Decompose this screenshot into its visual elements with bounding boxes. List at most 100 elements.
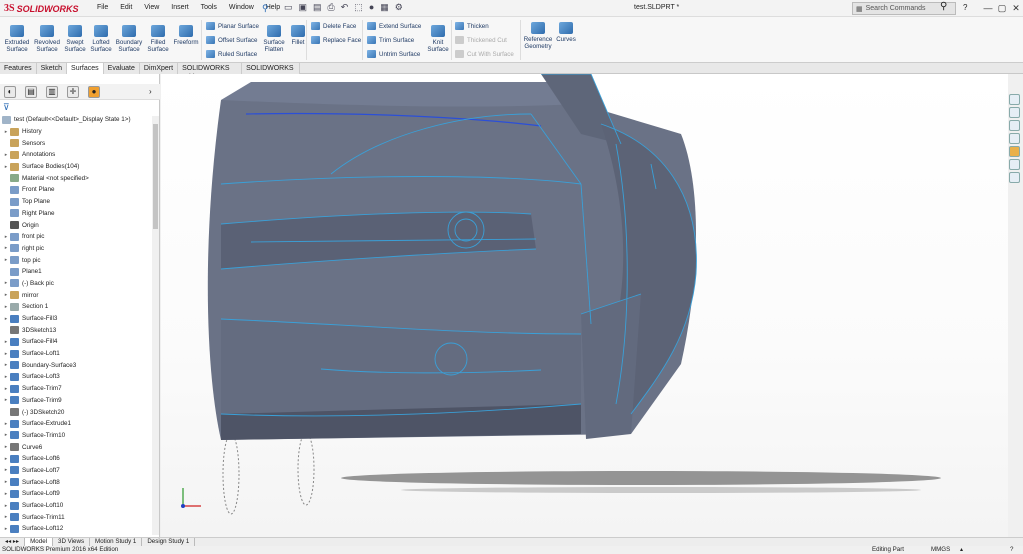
apply-scene-icon[interactable]: ◍	[629, 74, 636, 76]
extend-surface-button[interactable]: Extend Surface	[367, 22, 421, 30]
tree-item[interactable]: ▸ Surface-Trim10	[2, 430, 152, 442]
tab-evaluate[interactable]: Evaluate	[103, 63, 140, 74]
view-palette-icon[interactable]	[1009, 133, 1020, 144]
thicken-button[interactable]: Thicken	[455, 22, 489, 30]
tree-item[interactable]: ▸ History	[2, 126, 152, 138]
expand-arrow-icon[interactable]: ▸	[2, 304, 10, 310]
tree-item[interactable]: ▸ Surface-Loft3	[2, 371, 152, 383]
zoom-to-fit-icon[interactable]: ⌕	[516, 74, 520, 76]
cut-with-surface-button[interactable]: Cut With Surface	[455, 50, 514, 58]
save-icon[interactable]: ▤	[313, 2, 322, 13]
section-view-icon[interactable]: ◧	[556, 74, 564, 76]
appearances-icon[interactable]	[1009, 146, 1020, 157]
untrim-surface-button[interactable]: Untrim Surface	[367, 50, 420, 58]
tree-item[interactable]: ▸ Annotations	[2, 149, 152, 161]
reference-geometry-button[interactable]: Reference Geometry	[522, 22, 554, 50]
units-dropdown-icon[interactable]: ▴	[960, 546, 963, 554]
menu-edit[interactable]: Edit	[120, 4, 132, 11]
expand-panel-icon[interactable]: ›	[149, 87, 152, 96]
tab-3d-views[interactable]: 3D Views	[53, 538, 91, 546]
expand-arrow-icon[interactable]: ▸	[2, 339, 10, 345]
filter-icon[interactable]: ⊽	[3, 102, 10, 113]
expand-arrow-icon[interactable]: ▸	[2, 292, 10, 298]
viewport-split-icon[interactable]: ⊞	[951, 74, 958, 75]
menu-view[interactable]: View	[144, 4, 159, 11]
undo-icon[interactable]: ↶	[341, 2, 349, 13]
search-input[interactable]: Search Commands	[866, 5, 926, 12]
tab-dimxpert[interactable]: DimXpert	[139, 63, 179, 74]
viewport-close-icon[interactable]: ✕	[997, 74, 1004, 75]
zoom-area-icon[interactable]: ⌖	[528, 74, 533, 76]
expand-arrow-icon[interactable]: ▸	[2, 316, 10, 322]
tab-sketch[interactable]: Sketch	[36, 63, 68, 74]
previous-view-icon[interactable]: ⟲	[541, 74, 548, 76]
tree-item[interactable]: Sensors	[2, 137, 152, 149]
replace-face-button[interactable]: Replace Face	[311, 36, 361, 44]
display-style-icon[interactable]: ◆	[587, 74, 593, 76]
tree-item[interactable]: ▸ Section 1	[2, 301, 152, 313]
print-icon[interactable]: ⎙	[328, 2, 335, 13]
tree-item[interactable]: Top Plane	[2, 196, 152, 208]
planar-surface-button[interactable]: Planar Surface	[206, 22, 259, 30]
tree-item[interactable]: ▸ Surface Bodies(104)	[2, 161, 152, 173]
expand-arrow-icon[interactable]: ▸	[2, 280, 10, 286]
expand-arrow-icon[interactable]: ▸	[2, 164, 10, 170]
menu-insert[interactable]: Insert	[171, 4, 189, 11]
maximize-icon[interactable]: ▢	[995, 2, 1009, 14]
swept-surface-button[interactable]: Swept Surface	[61, 25, 89, 53]
dimxpert-manager-icon[interactable]: ✛	[67, 85, 79, 98]
tab-model[interactable]: Model	[25, 538, 54, 546]
tree-item[interactable]: ▸ Surface-Fill4	[2, 336, 152, 348]
fillet-button[interactable]: Fillet	[284, 25, 312, 46]
tree-item[interactable]: ▸ top pic	[2, 254, 152, 266]
tree-item[interactable]: ▸ Surface-Fill3	[2, 313, 152, 325]
options-icon[interactable]: ⚙	[395, 2, 403, 13]
offset-surface-button[interactable]: Offset Surface	[206, 36, 257, 44]
expand-arrow-icon[interactable]: ▸	[2, 374, 10, 380]
edit-appearance-icon[interactable]: ●	[616, 74, 621, 76]
tree-item[interactable]: Material <not specified>	[2, 172, 152, 184]
tree-item[interactable]: Front Plane	[2, 184, 152, 196]
expand-arrow-icon[interactable]: ▸	[2, 526, 10, 532]
tree-item[interactable]: ▸ right pic	[2, 243, 152, 255]
pin-icon[interactable]: ⚲	[262, 3, 269, 14]
knit-surface-button[interactable]: Knit Surface	[424, 25, 452, 53]
expand-arrow-icon[interactable]: ▸	[2, 129, 10, 135]
menu-window[interactable]: Window	[229, 4, 254, 11]
solidworks-forum-icon[interactable]	[1009, 172, 1020, 183]
expand-arrow-icon[interactable]: ▸	[2, 432, 10, 438]
tab-solidworks-add-ins[interactable]: SOLIDWORKS Add-Ins	[178, 63, 243, 81]
delete-face-button[interactable]: Delete Face	[311, 22, 356, 30]
expand-arrow-icon[interactable]: ▸	[2, 456, 10, 462]
search-icon[interactable]: ⚲	[940, 1, 947, 12]
tree-item[interactable]: ▸ Surface-Loft6	[2, 453, 152, 465]
tree-root[interactable]: test (Default<<Default>_Display State 1>…	[2, 114, 152, 126]
open-icon[interactable]: ▣	[299, 2, 308, 13]
expand-arrow-icon[interactable]: ▸	[2, 245, 10, 251]
tab-design-study[interactable]: Design Study 1	[142, 538, 196, 546]
tab-solidworks-mbd[interactable]: SOLIDWORKS MBD	[242, 63, 300, 81]
tab-surfaces[interactable]: Surfaces	[67, 63, 104, 74]
revolved-surface-button[interactable]: Revolved Surface	[33, 25, 61, 53]
tree-item[interactable]: ▸ Surface-Loft7	[2, 465, 152, 477]
hide-show-icon[interactable]: ◉	[601, 74, 608, 76]
feature-manager-icon[interactable]: ◐	[4, 85, 16, 98]
expand-arrow-icon[interactable]: ▸	[2, 467, 10, 473]
tree-item[interactable]: ▸ Surface-Loft10	[2, 500, 152, 512]
thickened-cut-button[interactable]: Thickened Cut	[455, 36, 507, 44]
tab-motion-study[interactable]: Motion Study 1	[90, 538, 143, 546]
boundary-surface-button[interactable]: Boundary Surface	[115, 25, 143, 53]
tree-item[interactable]: ▸ Surface-Extrude1	[2, 418, 152, 430]
graphics-area[interactable]: ⌕ ⌖ ⟲ ◧ ▣ ◆ ◉ ● ◍ ▭ ⊞ ▭ ▢ ✕	[161, 74, 1008, 537]
file-explorer-icon[interactable]	[1009, 120, 1020, 131]
file-properties-icon[interactable]: ▦	[380, 2, 389, 13]
rebuild-icon[interactable]: ●	[369, 2, 374, 13]
viewport-restore-icon[interactable]: ▭	[966, 74, 974, 75]
expand-arrow-icon[interactable]: ▸	[2, 397, 10, 403]
expand-arrow-icon[interactable]: ▸	[2, 234, 10, 240]
expand-arrow-icon[interactable]: ▸	[2, 386, 10, 392]
new-document-icon[interactable]: ▭	[284, 2, 293, 13]
close-icon[interactable]: ✕	[1009, 2, 1023, 14]
menu-file[interactable]: File	[97, 4, 108, 11]
tab-features[interactable]: Features	[0, 63, 37, 74]
